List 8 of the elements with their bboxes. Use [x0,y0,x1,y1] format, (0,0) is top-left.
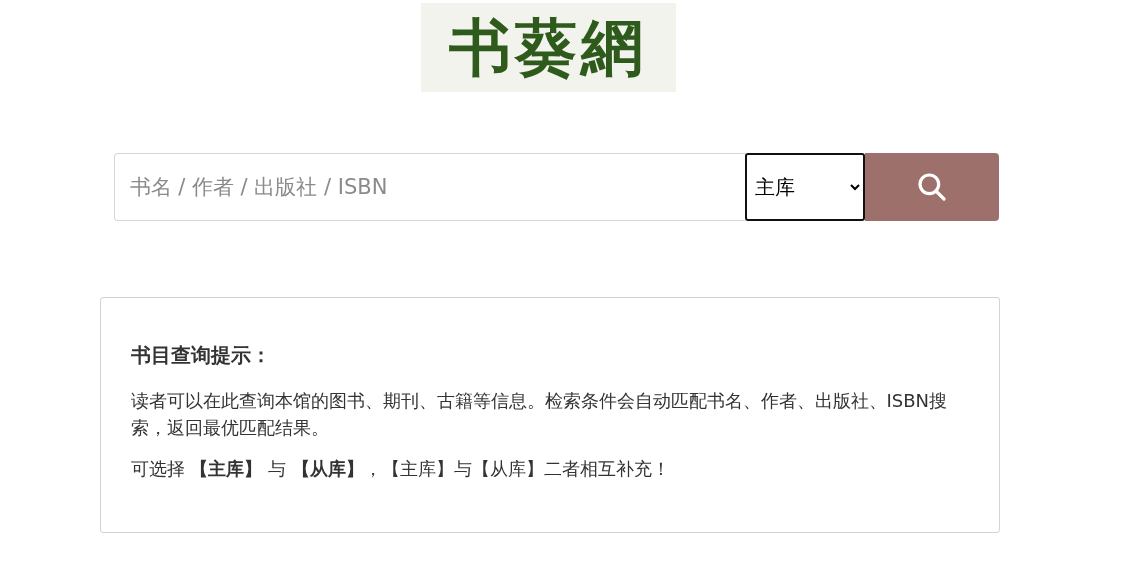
search-icon [915,171,948,203]
search-button[interactable] [864,153,999,221]
tips-text: 读者可以在此查询本馆的图书、期刊、古籍等信息。检索条件会自动匹配书名、作者、出版社、ISBN搜索，返回最优匹配结果。 [130,389,949,440]
search-field[interactable]: 书名 / 作者 / 出版社 / ISBN [113,153,745,221]
tips-title: 书目查询提示： [130,342,272,369]
logo: 书葵網 [420,3,676,92]
tips-text: 可选择 【主库】与【从库】，【主库】与【从库】二者相互补充！ [130,457,671,481]
library-select[interactable]: 主库 [744,153,865,221]
